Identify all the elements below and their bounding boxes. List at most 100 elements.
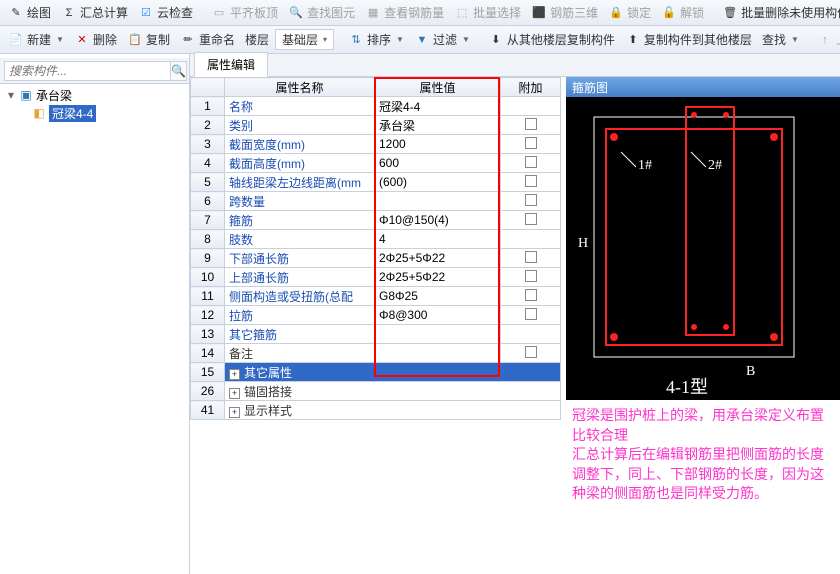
prop-value[interactable]: 4 (375, 230, 501, 249)
prop-row[interactable]: 10 上部通长筋 2Φ25+5Φ22 (191, 268, 561, 287)
checkbox[interactable] (525, 346, 537, 358)
prop-value[interactable]: 2Φ25+5Φ22 (375, 249, 501, 268)
tb-filter[interactable]: ▼过滤▼ (410, 30, 474, 49)
checkbox[interactable] (525, 270, 537, 282)
checkbox[interactable] (525, 156, 537, 168)
prop-extra[interactable] (501, 173, 561, 192)
tb-paint[interactable]: ✎绘图 (4, 3, 55, 22)
expand-icon[interactable]: + (229, 407, 240, 418)
prop-extra[interactable] (501, 97, 561, 116)
diagram-title: 箍筋图 (566, 77, 840, 97)
prop-name: 拉筋 (225, 306, 375, 325)
prop-extra[interactable] (501, 306, 561, 325)
tb-rebar-3d[interactable]: ⬛钢筋三维 (527, 3, 602, 22)
prop-extra[interactable] (501, 344, 561, 363)
content: 属性名称 属性值 附加 1 名称 冠梁4-4 2 类别 承台梁 3 截面宽度(m… (190, 76, 840, 574)
tb-batch-del[interactable]: 🗑批量删除未使用构件 (718, 3, 840, 22)
prop-extra[interactable] (501, 268, 561, 287)
expand-icon[interactable]: + (229, 369, 240, 380)
tab-properties[interactable]: 属性编辑 (194, 52, 268, 77)
checkbox[interactable] (525, 175, 537, 187)
checkbox[interactable] (525, 118, 537, 130)
collapse-icon[interactable]: ▾ (6, 88, 16, 102)
prop-extra[interactable] (501, 287, 561, 306)
prop-value[interactable] (375, 192, 501, 211)
tb-find[interactable]: 查找▼ (758, 30, 803, 49)
diagram-panel: 箍筋图 1# 2# H B 4- (560, 77, 840, 574)
prop-row[interactable]: 9 下部通长筋 2Φ25+5Φ22 (191, 249, 561, 268)
tb-batch-select[interactable]: ⬚批量选择 (450, 3, 525, 22)
checkbox[interactable] (525, 194, 537, 206)
prop-row[interactable]: 13 其它箍筋 (191, 325, 561, 344)
section-name[interactable]: +其它属性 (225, 363, 561, 382)
prop-row[interactable]: 6 跨数量 (191, 192, 561, 211)
prop-row[interactable]: 1 名称 冠梁4-4 (191, 97, 561, 116)
pencil-icon: ✎ (8, 5, 24, 21)
prop-row[interactable]: 14 备注 (191, 344, 561, 363)
tb-new[interactable]: 📄新建▼ (4, 30, 68, 49)
checkbox[interactable] (525, 137, 537, 149)
prop-value[interactable] (375, 344, 501, 363)
tb-find-elem[interactable]: 🔍查找图元 (284, 3, 359, 22)
tb-sum[interactable]: Σ汇总计算 (57, 3, 132, 22)
prop-value[interactable]: (600) (375, 173, 501, 192)
prop-extra[interactable] (501, 211, 561, 230)
search-input[interactable] (4, 61, 171, 81)
prop-extra[interactable] (501, 154, 561, 173)
expand-icon[interactable]: + (229, 388, 240, 399)
prop-row[interactable]: 12 拉筋 Φ8@300 (191, 306, 561, 325)
tb-copy[interactable]: 📋复制 (123, 30, 174, 49)
tree-child[interactable]: ◧ 冠梁4-4 (6, 104, 183, 122)
prop-row[interactable]: 2 类别 承台梁 (191, 116, 561, 135)
prop-value[interactable]: Φ10@150(4) (375, 211, 501, 230)
tb-upload[interactable]: ↑上移 (813, 30, 840, 49)
tb-delete[interactable]: ✕删除 (70, 30, 121, 49)
prop-extra[interactable] (501, 249, 561, 268)
prop-row[interactable]: 8 肢数 4 (191, 230, 561, 249)
prop-value[interactable]: Φ8@300 (375, 306, 501, 325)
tb-view-rebar[interactable]: ▦查看钢筋量 (361, 3, 448, 22)
checkbox[interactable] (525, 251, 537, 263)
section-name[interactable]: +显示样式 (225, 401, 561, 420)
prop-value[interactable]: 2Φ25+5Φ22 (375, 268, 501, 287)
tb-copy-from[interactable]: ⬇从其他楼层复制构件 (484, 30, 619, 49)
prop-extra[interactable] (501, 135, 561, 154)
section-name[interactable]: +锚固搭接 (225, 382, 561, 401)
row-num: 9 (191, 249, 225, 268)
prop-value[interactable]: G8Φ25 (375, 287, 501, 306)
tb-copy-to[interactable]: ⬆复制构件到其他楼层 (621, 30, 756, 49)
tb-floor-select[interactable]: 基础层▾ (275, 29, 334, 50)
tb-unlock[interactable]: 🔓解锁 (657, 3, 708, 22)
prop-row[interactable]: 5 轴线距梁左边线距离(mm (600) (191, 173, 561, 192)
prop-value[interactable]: 1200 (375, 135, 501, 154)
tb-level-board[interactable]: ▭平齐板顶 (207, 3, 282, 22)
search-icon: 🔍 (171, 64, 186, 78)
prop-section[interactable]: 41 +显示样式 (191, 401, 561, 420)
tb-rename[interactable]: ✏重命名 (176, 30, 239, 49)
prop-extra[interactable] (501, 230, 561, 249)
prop-row[interactable]: 11 侧面构造或受扭筋(总配 G8Φ25 (191, 287, 561, 306)
tb-sort[interactable]: ⇅排序▼ (344, 30, 408, 49)
prop-extra[interactable] (501, 325, 561, 344)
sort-icon: ⇅ (348, 32, 364, 48)
checkbox[interactable] (525, 308, 537, 320)
tb-cloud[interactable]: ☑云检查 (134, 3, 197, 22)
prop-row[interactable]: 7 箍筋 Φ10@150(4) (191, 211, 561, 230)
row-num: 13 (191, 325, 225, 344)
tb-lock[interactable]: 🔒锁定 (604, 3, 655, 22)
prop-section[interactable]: 15 +其它属性 (191, 363, 561, 382)
search-button[interactable]: 🔍 (171, 61, 187, 81)
prop-row[interactable]: 3 截面宽度(mm) 1200 (191, 135, 561, 154)
prop-extra[interactable] (501, 192, 561, 211)
checkbox[interactable] (525, 289, 537, 301)
tree-root[interactable]: ▾ ▣ 承台梁 (6, 86, 183, 104)
property-table: 属性名称 属性值 附加 1 名称 冠梁4-4 2 类别 承台梁 3 截面宽度(m… (190, 77, 561, 420)
prop-section[interactable]: 26 +锚固搭接 (191, 382, 561, 401)
prop-value[interactable] (375, 325, 501, 344)
prop-extra[interactable] (501, 116, 561, 135)
prop-value[interactable]: 冠梁4-4 (375, 97, 501, 116)
prop-value[interactable]: 承台梁 (375, 116, 501, 135)
prop-value[interactable]: 600 (375, 154, 501, 173)
checkbox[interactable] (525, 213, 537, 225)
prop-row[interactable]: 4 截面高度(mm) 600 (191, 154, 561, 173)
